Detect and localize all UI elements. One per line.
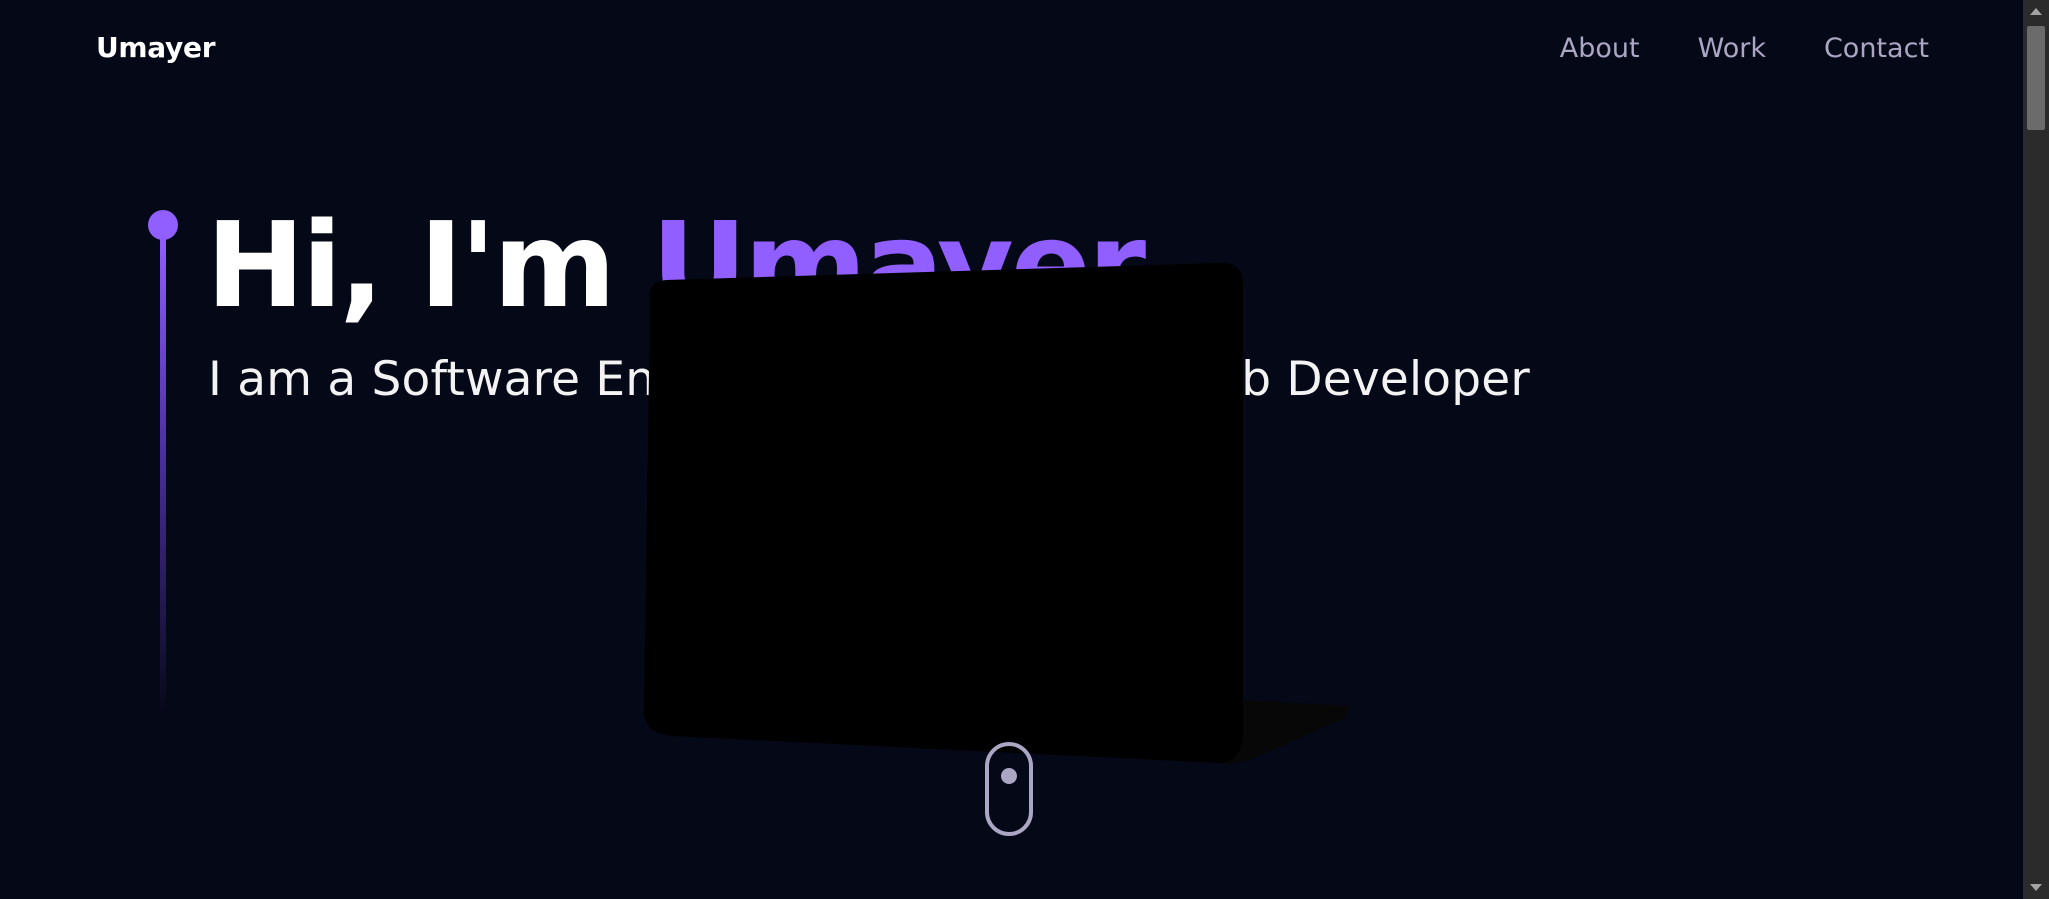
site-logo[interactable]: Umayer	[96, 31, 216, 64]
laptop-3d-canvas[interactable]	[560, 260, 1360, 780]
mouse-scroll-icon[interactable]	[985, 742, 1033, 836]
nav-link-about[interactable]: About	[1560, 33, 1640, 64]
hero-accent-line	[160, 236, 166, 716]
scroll-down-arrow-icon[interactable]	[2030, 884, 2042, 891]
scroll-wheel-dot	[1001, 768, 1017, 784]
scrollbar-thumb[interactable]	[2027, 26, 2045, 130]
scroll-up-arrow-icon[interactable]	[2030, 8, 2042, 15]
laptop-screen	[644, 262, 1243, 763]
nav-link-contact[interactable]: Contact	[1824, 33, 1929, 64]
page: Umayer About Work Contact Hi, I'm Umayer…	[0, 0, 2049, 899]
main-nav: About Work Contact	[1560, 33, 1929, 64]
nav-link-work[interactable]: Work	[1698, 33, 1766, 64]
page-scrollbar[interactable]	[2023, 0, 2049, 899]
